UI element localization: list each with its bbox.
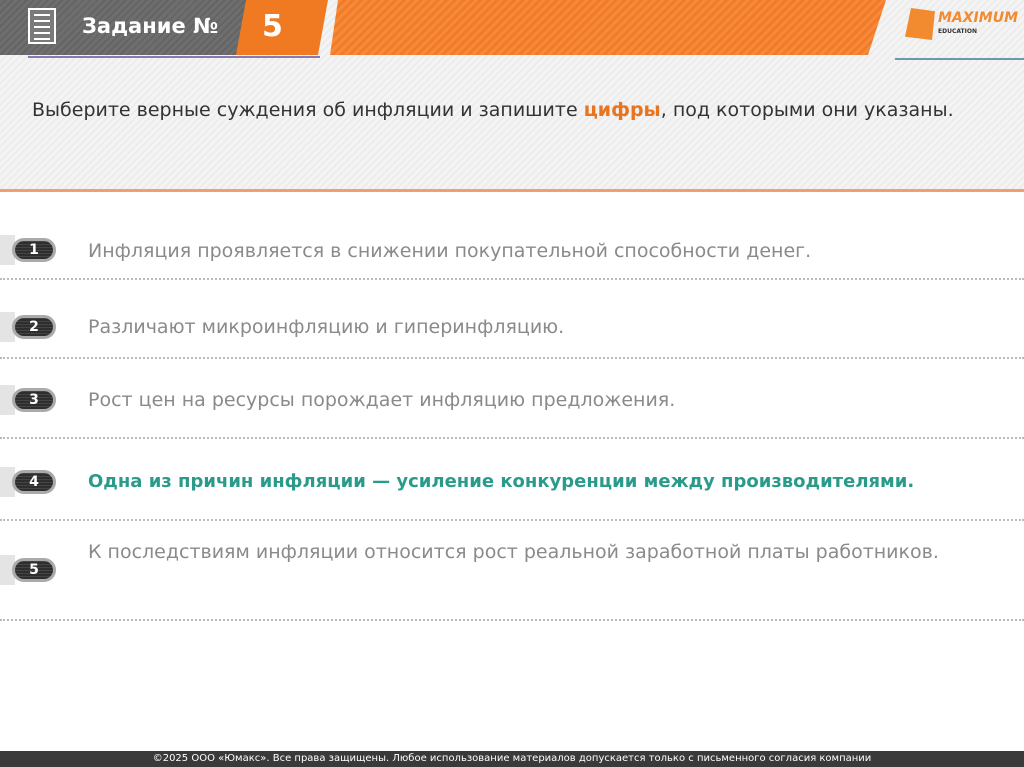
divider (895, 58, 1024, 60)
divider (28, 56, 320, 58)
number-badge: 3 (0, 385, 58, 415)
question-text: Выберите верные суждения об инфляции и з… (32, 99, 954, 121)
question-highlight: цифры (583, 99, 661, 121)
task-number: 5 (262, 9, 283, 44)
list-item[interactable]: 5 К последствиям инфляции относится рост… (0, 521, 1024, 621)
number-badge: 1 (0, 235, 58, 265)
item-text: Инфляция проявляется в снижении покупате… (88, 240, 812, 262)
logo-text: MAXIMUM (938, 10, 1019, 26)
number-badge: 2 (0, 312, 58, 342)
item-text: Рост цен на ресурсы порождает инфляцию п… (88, 389, 676, 411)
item-text-highlighted: Одна из причин инфляции — усиление конку… (88, 471, 915, 492)
item-text: К последствиям инфляции относится рост р… (88, 541, 939, 563)
logo: MAXIMUM EDUCATION (905, 8, 1019, 42)
header-orange-bar (330, 0, 886, 55)
list-item[interactable]: 1 Инфляция проявляется в снижении покупа… (0, 198, 1024, 280)
item-text: Различают микроинфляцию и гиперинфляцию. (88, 316, 565, 338)
number-badge: 5 (0, 555, 58, 585)
list-item[interactable]: 3 Рост цен на ресурсы порождает инфляцию… (0, 359, 1024, 439)
task-title: Задание № (82, 14, 219, 38)
footer-copyright: ©2025 ООО «Юмакс». Все права защищены. Л… (0, 751, 1024, 767)
document-icon (28, 8, 56, 44)
logo-subtext: EDUCATION (938, 28, 977, 35)
list-item[interactable]: 4 Одна из причин инфляции — усиление кон… (0, 439, 1024, 521)
logo-mark-icon (905, 8, 935, 40)
list-item[interactable]: 2 Различают микроинфляцию и гиперинфляци… (0, 280, 1024, 359)
number-badge: 4 (0, 467, 58, 497)
